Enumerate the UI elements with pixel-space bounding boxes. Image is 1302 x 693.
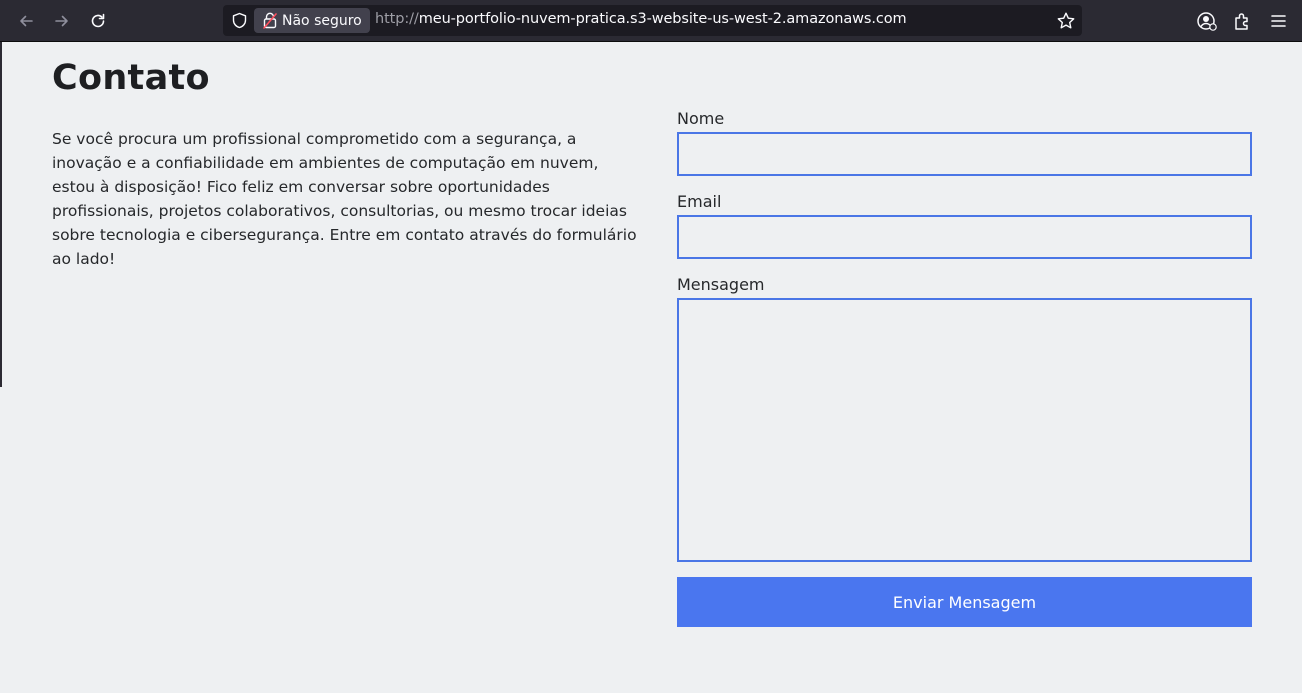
url-host: meu-portfolio-nuvem-pratica.s3-website-u… [418, 11, 907, 27]
url-text[interactable]: http://meu-portfolio-nuvem-pratica.s3-we… [375, 11, 907, 27]
security-status-button[interactable]: Não seguro [254, 8, 370, 33]
email-input[interactable] [677, 215, 1252, 259]
window-edge [0, 42, 2, 387]
forward-arrow-icon[interactable] [49, 8, 75, 34]
security-label: Não seguro [282, 12, 362, 29]
menu-icon[interactable] [1268, 10, 1290, 32]
reload-icon[interactable] [85, 8, 111, 34]
back-arrow-icon[interactable] [13, 8, 39, 34]
browser-toolbar: Não seguro http://meu-portfolio-nuvem-pr… [0, 0, 1302, 42]
name-label: Nome [677, 109, 725, 128]
email-label: Email [677, 192, 722, 211]
url-bar[interactable]: Não seguro http://meu-portfolio-nuvem-pr… [223, 5, 1082, 36]
contact-intro-text: Se você procura um profissional comprome… [52, 130, 637, 268]
account-icon[interactable] [1196, 10, 1218, 32]
insecure-lock-icon [263, 12, 277, 29]
send-message-button[interactable]: Enviar Mensagem [677, 577, 1252, 627]
page-title: Contato [52, 58, 210, 98]
shield-icon[interactable] [231, 12, 248, 29]
message-textarea[interactable] [677, 298, 1252, 562]
url-protocol: http:// [375, 11, 419, 27]
bookmark-star-icon[interactable] [1056, 11, 1076, 31]
name-input[interactable] [677, 132, 1252, 176]
extensions-icon[interactable] [1232, 10, 1254, 32]
message-label: Mensagem [677, 275, 765, 294]
